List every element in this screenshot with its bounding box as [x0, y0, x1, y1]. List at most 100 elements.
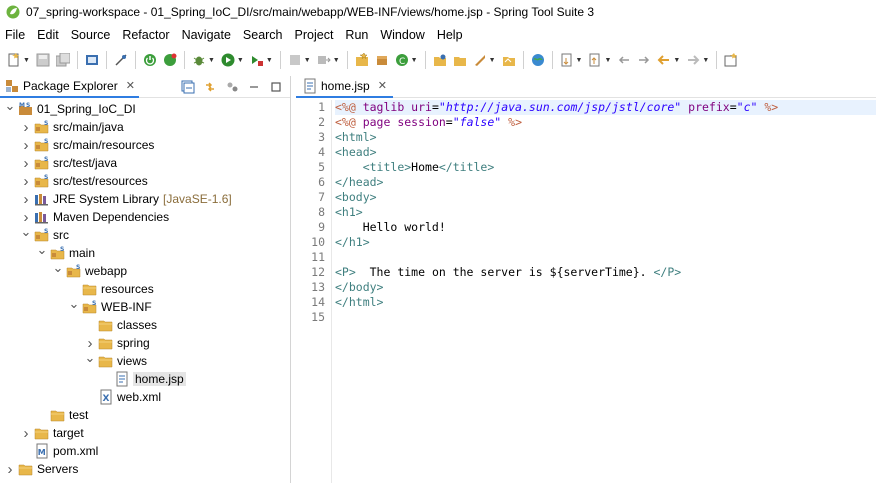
tree-item-src-main-java[interactable]: › Ssrc/main/java — [0, 118, 290, 136]
code-line[interactable]: <P> The time on the server is ${serverTi… — [335, 265, 876, 280]
next-annotation-icon[interactable] — [559, 52, 575, 68]
previous-annotation-icon[interactable] — [587, 52, 603, 68]
tree-item-webapp[interactable]: ⌄ Swebapp — [0, 260, 290, 280]
save-icon[interactable] — [35, 52, 51, 68]
tab-home-jsp[interactable]: home.jsp ✕ — [296, 76, 393, 98]
code-line[interactable]: Hello world! — [335, 220, 876, 235]
link-with-editor-icon[interactable] — [202, 79, 218, 95]
spring-tool-dropdown-icon[interactable]: ▼ — [489, 57, 496, 64]
new-package-icon[interactable] — [374, 52, 390, 68]
new-class-icon[interactable]: C — [394, 52, 410, 68]
stop-icon[interactable] — [287, 52, 303, 68]
last-edit-location-icon[interactable] — [616, 52, 632, 68]
menu-help[interactable]: Help — [431, 28, 469, 42]
code-line[interactable]: <html> — [335, 130, 876, 145]
expanded-chevron-icon[interactable]: ⌄ — [36, 242, 48, 257]
start-server-icon[interactable] — [142, 52, 158, 68]
tree-item-views[interactable]: ⌄ views — [0, 350, 290, 370]
tree-item-pom-xml[interactable]: Mpom.xml — [0, 442, 290, 460]
tree-item-resources[interactable]: resources — [0, 280, 290, 298]
code-line[interactable]: <body> — [335, 190, 876, 205]
next-annotation-dropdown-icon[interactable]: ▼ — [576, 57, 583, 64]
tree-item-src-main-resources[interactable]: › Ssrc/main/resources — [0, 136, 290, 154]
forward-dropdown-icon[interactable]: ▼ — [702, 57, 709, 64]
menu-edit[interactable]: Edit — [31, 28, 65, 42]
skip-breakpoints-icon[interactable] — [113, 52, 129, 68]
menu-run[interactable]: Run — [339, 28, 374, 42]
menu-source[interactable]: Source — [65, 28, 117, 42]
expanded-chevron-icon[interactable]: ⌄ — [20, 224, 32, 239]
tree-item-target[interactable]: › target — [0, 424, 290, 442]
menu-refactor[interactable]: Refactor — [116, 28, 175, 42]
code-line[interactable]: <%@ page session="false" %> — [335, 115, 876, 130]
tree-item-web-xml[interactable]: Xweb.xml — [0, 388, 290, 406]
collapsed-chevron-icon[interactable]: › — [20, 191, 32, 208]
external-tools-icon[interactable] — [249, 52, 265, 68]
code-line[interactable]: </h1> — [335, 235, 876, 250]
code-editor[interactable]: 1 2 3 4 5 6 7 8 9 10 11 12 13 14 15 <%@ taglib uri="ht… — [296, 100, 876, 483]
tree-item-jre-system-library[interactable]: › JRE System Library [JavaSE-1.6] — [0, 190, 290, 208]
open-project-folder-icon[interactable] — [501, 52, 517, 68]
open-type-icon[interactable] — [432, 52, 448, 68]
back-dropdown-icon[interactable]: ▼ — [673, 57, 680, 64]
collapsed-chevron-icon[interactable]: › — [20, 209, 32, 226]
collapsed-chevron-icon[interactable]: › — [20, 425, 32, 442]
code-line[interactable]: <head> — [335, 145, 876, 160]
collapsed-chevron-icon[interactable]: › — [4, 461, 16, 478]
tree-item-src-test-java[interactable]: › Ssrc/test/java — [0, 154, 290, 172]
collapsed-chevron-icon[interactable]: › — [20, 173, 32, 190]
code-line[interactable]: <h1> — [335, 205, 876, 220]
minimize-icon[interactable] — [246, 79, 262, 95]
debug-dropdown-icon[interactable]: ▼ — [208, 57, 215, 64]
stop-dropdown-icon[interactable]: ▼ — [304, 57, 311, 64]
back-icon[interactable] — [656, 52, 672, 68]
code-line[interactable]: </html> — [335, 295, 876, 310]
menu-search[interactable]: Search — [237, 28, 289, 42]
expanded-chevron-icon[interactable]: ⌄ — [68, 296, 80, 311]
collapsed-chevron-icon[interactable]: › — [20, 137, 32, 154]
globe-icon[interactable] — [530, 52, 546, 68]
previous-annotation-dropdown-icon[interactable]: ▼ — [604, 57, 611, 64]
tree-item-servers[interactable]: › Servers — [0, 460, 290, 478]
tab-package-explorer[interactable]: Package Explorer ✕ — [0, 76, 139, 98]
tree-item-test[interactable]: test — [0, 406, 290, 424]
collapsed-chevron-icon[interactable]: › — [20, 119, 32, 136]
spring-boot-dashboard-icon[interactable] — [162, 52, 178, 68]
view-menu-icon[interactable] — [224, 79, 240, 95]
new-spring-project-icon[interactable] — [354, 52, 370, 68]
code-line[interactable]: <title>Home</title> — [335, 160, 876, 175]
menu-window[interactable]: Window — [374, 28, 430, 42]
forward-edit-icon[interactable] — [636, 52, 652, 68]
forward-icon[interactable] — [685, 52, 701, 68]
new-dropdown-icon[interactable]: ▼ — [23, 57, 30, 64]
perspective-icon[interactable] — [723, 52, 739, 68]
run-dropdown-icon[interactable]: ▼ — [237, 57, 244, 64]
menu-project[interactable]: Project — [289, 28, 340, 42]
code-line[interactable]: <%@ taglib uri="http://java.sun.com/jsp/… — [335, 100, 876, 115]
deploy-icon[interactable] — [316, 52, 332, 68]
spring-tool-icon[interactable] — [472, 52, 488, 68]
tree-item-main[interactable]: ⌄ Smain — [0, 242, 290, 262]
tree-item-src-test-resources[interactable]: › Ssrc/test/resources — [0, 172, 290, 190]
collapsed-chevron-icon[interactable]: › — [84, 335, 96, 352]
expanded-chevron-icon[interactable]: ⌄ — [52, 260, 64, 275]
collapse-all-icon[interactable] — [180, 79, 196, 95]
close-icon[interactable]: ✕ — [126, 79, 135, 92]
tree-item-01-spring-ioc-di[interactable]: ⌄ M S 01_Spring_IoC_DI — [0, 98, 290, 118]
open-console-icon[interactable] — [84, 52, 100, 68]
code-line[interactable] — [335, 310, 876, 325]
tree-item-spring[interactable]: › spring — [0, 334, 290, 352]
code-line[interactable]: </head> — [335, 175, 876, 190]
deploy-dropdown-icon[interactable]: ▼ — [333, 57, 340, 64]
close-icon[interactable]: ✕ — [378, 79, 387, 92]
expanded-chevron-icon[interactable]: ⌄ — [84, 350, 96, 365]
code-text[interactable]: <%@ taglib uri="http://java.sun.com/jsp/… — [332, 100, 876, 483]
collapsed-chevron-icon[interactable]: › — [20, 155, 32, 172]
tree-item-web-inf[interactable]: ⌄ S WEB-INF — [0, 296, 290, 316]
tree-item-maven-dependencies[interactable]: › Maven Dependencies — [0, 208, 290, 226]
external-tools-dropdown-icon[interactable]: ▼ — [266, 57, 273, 64]
menu-navigate[interactable]: Navigate — [176, 28, 237, 42]
open-folder-icon[interactable] — [452, 52, 468, 68]
tree-item-home-jsp[interactable]: home.jsp — [0, 370, 290, 388]
expanded-chevron-icon[interactable]: ⌄ — [4, 98, 16, 113]
